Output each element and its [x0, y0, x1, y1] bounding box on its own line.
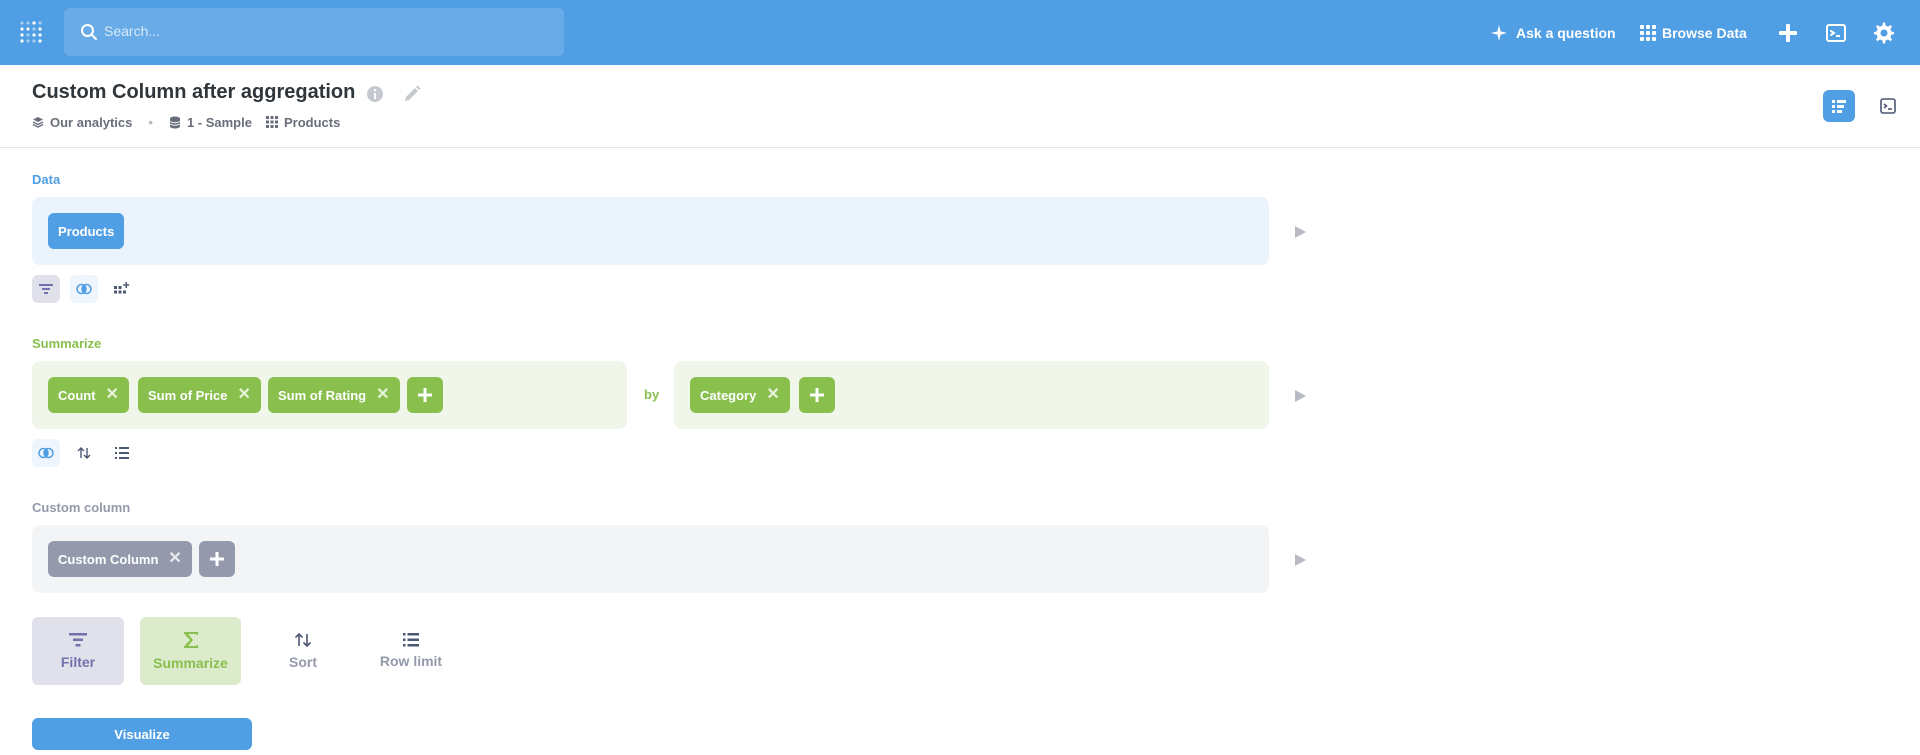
sql-icon: [1880, 98, 1896, 114]
preview-play-icon[interactable]: [1293, 389, 1307, 403]
row-limit-action-button[interactable]: Row limit: [365, 617, 457, 685]
join-icon: [38, 447, 54, 459]
filter-icon: [69, 633, 87, 647]
remove-x-icon[interactable]: ✕: [237, 387, 250, 403]
remove-x-icon[interactable]: ✕: [376, 387, 389, 403]
ask-question-label: Ask a question: [1516, 24, 1616, 41]
metric-label: Sum of Price: [148, 387, 228, 403]
search-icon: [81, 24, 97, 40]
data-step-label: Data: [32, 172, 61, 187]
search-bar[interactable]: Search...: [64, 8, 564, 56]
plus-icon: [810, 388, 824, 402]
sort-action-button[interactable]: Sort: [257, 617, 349, 685]
breadcrumb-database[interactable]: 1 - Sample: [169, 115, 252, 130]
row-limit-mini-button[interactable]: [108, 439, 136, 467]
page-title[interactable]: Custom Column after aggregation: [32, 81, 355, 104]
question-header: Custom Column after aggregation Our anal…: [0, 65, 1920, 148]
sigma-icon: [183, 632, 198, 648]
sparkle-icon: [1491, 24, 1507, 41]
add-custom-column-button[interactable]: [199, 541, 235, 577]
plus-icon: [210, 552, 224, 566]
sort-arrows-icon: [294, 632, 312, 648]
filter-icon: [39, 284, 53, 294]
pencil-icon[interactable]: [402, 84, 422, 104]
breadcrumb-collection[interactable]: Our analytics: [32, 115, 132, 130]
metric-label: Count: [58, 387, 96, 403]
metric-pill[interactable]: Sum of Price ✕: [138, 377, 261, 413]
sort-action-label: Sort: [289, 654, 317, 670]
visualize-button[interactable]: Visualize: [32, 718, 252, 750]
notebook-toggle-button[interactable]: [1823, 90, 1855, 122]
notebook-icon: [1832, 100, 1846, 113]
custom-column-pill[interactable]: Custom Column ✕: [48, 541, 192, 577]
join-icon: [76, 283, 92, 295]
row-limit-action-label: Row limit: [379, 653, 443, 669]
filter-action-label: Filter: [60, 654, 96, 670]
add-metric-button[interactable]: [407, 377, 443, 413]
sql-editor-icon[interactable]: [1824, 21, 1848, 45]
gear-icon[interactable]: [1872, 21, 1896, 45]
breadcrumb-database-label: 1 - Sample: [186, 114, 252, 130]
metric-label: Sum of Rating: [278, 387, 367, 403]
data-step-box: [32, 197, 1269, 265]
breadcrumb-table[interactable]: Products: [265, 114, 341, 130]
list-icon: [115, 447, 129, 459]
grid-icon: [1640, 24, 1656, 41]
collection-icon: [32, 117, 44, 128]
custom-column-label: Custom Column: [58, 551, 159, 567]
new-plus-icon[interactable]: [1776, 21, 1800, 45]
metric-pill[interactable]: Sum of Rating ✕: [268, 377, 400, 413]
info-icon[interactable]: [365, 84, 385, 104]
breadcrumb-collection-label: Our analytics: [50, 114, 133, 130]
breadcrumb: Our analytics • 1 - Sample Products: [32, 113, 340, 131]
browse-data-label: Browse Data: [1662, 24, 1747, 41]
database-icon: [169, 116, 181, 128]
data-source-label: Products: [58, 223, 115, 239]
breakout-pill[interactable]: Category ✕: [690, 377, 790, 413]
sql-preview-button[interactable]: [1872, 90, 1904, 122]
table-grid-icon: [265, 116, 278, 128]
by-label: by: [644, 387, 660, 402]
sort-mini-button[interactable]: [70, 439, 98, 467]
browse-data-link[interactable]: Browse Data: [1640, 0, 1747, 65]
data-source-pill[interactable]: Products: [48, 213, 125, 249]
preview-play-icon[interactable]: [1293, 553, 1307, 567]
breadcrumb-table-label: Products: [283, 114, 341, 130]
breadcrumb-separator: •: [148, 114, 153, 130]
join-mini-button[interactable]: [32, 439, 60, 467]
custom-column-mini-button[interactable]: [108, 275, 136, 303]
summarize-step-label: Summarize: [32, 336, 102, 351]
join-mini-button[interactable]: [70, 275, 98, 303]
search-input[interactable]: Search...: [104, 23, 160, 39]
remove-x-icon[interactable]: ✕: [766, 387, 779, 403]
preview-play-icon[interactable]: [1293, 225, 1307, 239]
top-navbar: Search... Ask a question Browse Data: [0, 0, 1920, 65]
plus-icon: [418, 388, 432, 402]
metric-pill[interactable]: Count ✕: [48, 377, 129, 413]
add-breakout-button[interactable]: [799, 377, 835, 413]
ask-question-link[interactable]: Ask a question: [1490, 0, 1616, 65]
filter-action-button[interactable]: Filter: [32, 617, 124, 685]
summarize-action-button[interactable]: Summarize: [140, 617, 241, 685]
remove-x-icon[interactable]: ✕: [106, 387, 119, 403]
remove-x-icon[interactable]: ✕: [168, 551, 181, 567]
metabase-logo-icon[interactable]: [18, 19, 46, 47]
add-filter-mini-button[interactable]: [32, 275, 60, 303]
custom-column-step-label: Custom column: [32, 500, 131, 515]
list-icon: [403, 633, 419, 647]
summarize-action-label: Summarize: [153, 655, 228, 671]
breakout-label: Category: [700, 387, 757, 403]
add-column-icon: [114, 282, 130, 294]
sort-arrows-icon: [77, 447, 91, 459]
